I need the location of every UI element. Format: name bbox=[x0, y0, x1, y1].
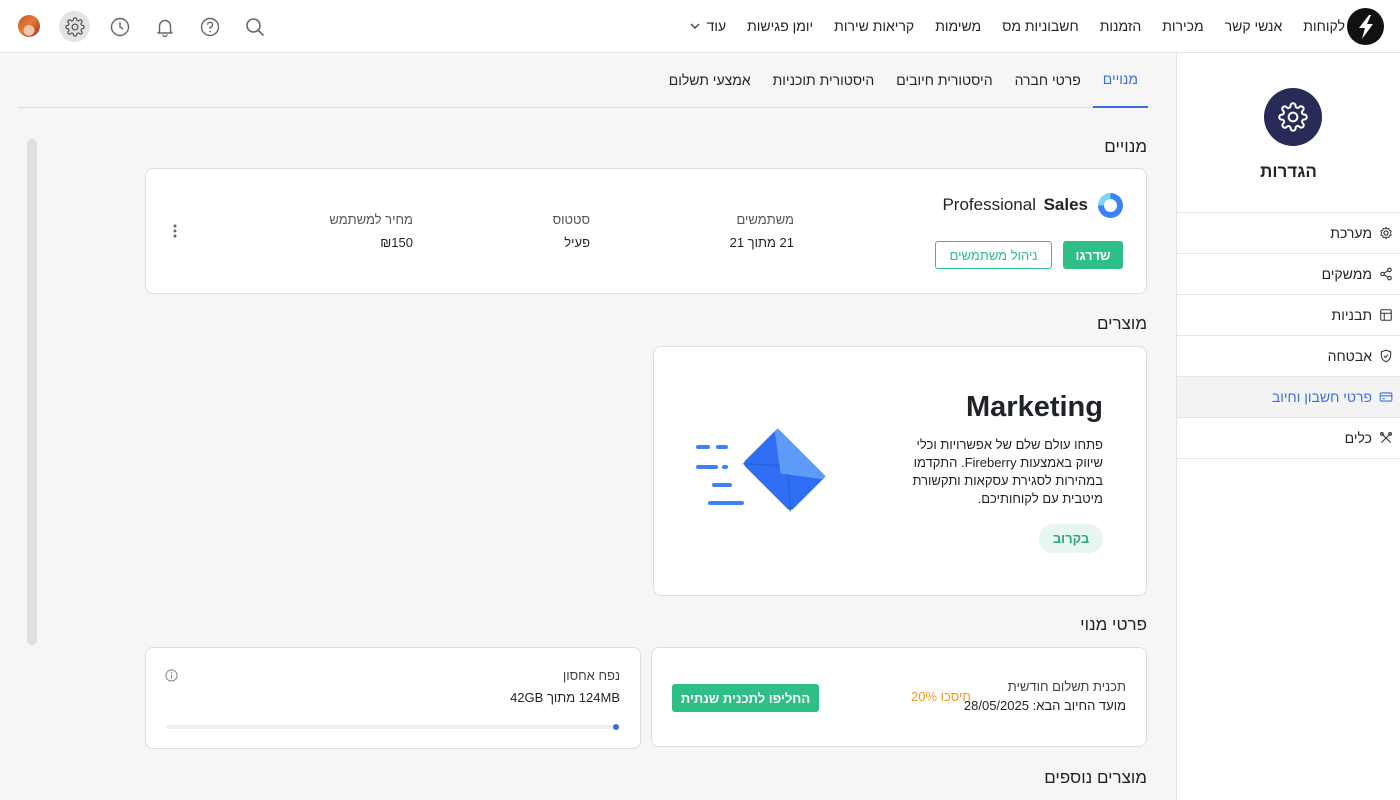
sales-product-icon bbox=[1098, 193, 1123, 218]
marketing-description: פתחו עולם שלם של אפשרויות וכלי שיווק באמ… bbox=[912, 437, 1103, 506]
settings-logo bbox=[1264, 88, 1322, 146]
section-title-subscriptions: מנויים bbox=[1104, 137, 1147, 156]
share-icon bbox=[1380, 267, 1392, 281]
marketing-title: Marketing bbox=[966, 391, 1103, 423]
sidebar-item-label: תבניות bbox=[1331, 307, 1372, 323]
gear-icon bbox=[64, 16, 85, 37]
storage-progress-bar bbox=[166, 724, 620, 730]
sidebar-item-billing[interactable]: פרטי חשבון וחיוב bbox=[1177, 377, 1400, 418]
coming-soon-badge: בקרוב bbox=[1039, 524, 1103, 553]
search-button[interactable] bbox=[239, 11, 270, 42]
tab-payment-methods[interactable]: אמצעי תשלום bbox=[659, 53, 761, 108]
storage-card: נפח אחסון 124MB מתוך 42GB bbox=[145, 647, 641, 749]
sidebar-item-label: אבטחה bbox=[1327, 348, 1372, 364]
nav-item-orders[interactable]: הזמנות bbox=[1100, 18, 1142, 34]
section-title-more-products: מוצרים נוספים bbox=[1044, 768, 1147, 787]
product-name: Sales bbox=[1043, 195, 1088, 214]
sidebar-header: הגדרות bbox=[1177, 53, 1400, 213]
history-button[interactable] bbox=[104, 11, 135, 42]
users-label: משתמשים bbox=[736, 212, 794, 227]
notifications-button[interactable] bbox=[149, 11, 180, 42]
status-label: סטטוס bbox=[552, 212, 590, 227]
app-logo[interactable] bbox=[1347, 8, 1384, 45]
sidebar-item-tools[interactable]: כלים bbox=[1177, 418, 1400, 459]
savings-label: חיסכו 20% bbox=[911, 689, 971, 704]
search-icon bbox=[245, 17, 264, 36]
plan-name: Professional bbox=[942, 195, 1036, 214]
info-icon[interactable] bbox=[165, 669, 178, 682]
tab-plan-history[interactable]: היסטורית תוכניות bbox=[763, 53, 885, 108]
tab-subscriptions[interactable]: מנויים bbox=[1092, 53, 1148, 108]
sidebar-item-label: כלים bbox=[1344, 430, 1372, 446]
nav-item-contacts[interactable]: אנשי קשר bbox=[1225, 18, 1283, 34]
user-avatar[interactable] bbox=[18, 15, 40, 37]
marketing-product-card: Marketing פתחו עולם שלם של אפשרויות וכלי… bbox=[653, 346, 1147, 596]
section-title-plan-details: פרטי מנוי bbox=[1080, 615, 1147, 634]
price-label: מחיר למשתמש bbox=[329, 212, 413, 227]
credit-card-icon bbox=[1379, 392, 1393, 402]
nav-item-sales[interactable]: מכירות bbox=[1162, 18, 1203, 34]
clock-icon bbox=[110, 17, 129, 36]
settings-sidebar: הגדרות מערכת ממשקים תבניות אבטחה פרטי חש… bbox=[1176, 53, 1400, 800]
nav-more-label: עוד bbox=[706, 18, 727, 34]
nav-item-customers[interactable]: לקוחות bbox=[1303, 18, 1345, 34]
sidebar-item-security[interactable]: אבטחה bbox=[1177, 336, 1400, 377]
nav-more-menu[interactable]: עוד bbox=[690, 18, 727, 34]
envelope-illustration bbox=[696, 428, 826, 512]
storage-value: 124MB מתוך 42GB bbox=[510, 690, 620, 705]
tab-company-details[interactable]: פרטי חברה bbox=[1005, 53, 1091, 108]
help-button[interactable] bbox=[194, 11, 225, 42]
gear-icon bbox=[1278, 102, 1308, 132]
switch-to-annual-button[interactable]: החליפו לתכנית שנתית bbox=[672, 684, 819, 712]
storage-label: נפח אחסון bbox=[562, 668, 620, 683]
nav-item-calendar[interactable]: יומן פגישות bbox=[747, 18, 813, 34]
tab-billing-history[interactable]: היסטורית חיובים bbox=[886, 53, 1002, 108]
users-value: 21 מתוך 21 bbox=[729, 235, 794, 250]
subscription-card: Sales Professional שדרגו ניהול משתמשים מ… bbox=[145, 168, 1147, 294]
upgrade-button[interactable]: שדרגו bbox=[1063, 241, 1123, 269]
gear-icon bbox=[1380, 226, 1392, 240]
price-value: ₪150 bbox=[380, 235, 413, 250]
nav-item-service-calls[interactable]: קריאות שירות bbox=[834, 18, 914, 34]
main-nav: לקוחות אנשי קשר מכירות הזמנות חשבוניות מ… bbox=[690, 0, 1345, 52]
sidebar-item-label: ממשקים bbox=[1321, 266, 1372, 282]
tools-icon bbox=[1379, 431, 1393, 444]
nav-item-tasks[interactable]: משימות bbox=[935, 18, 981, 34]
storage-progress-fill bbox=[612, 724, 619, 730]
scrollbar[interactable] bbox=[27, 139, 37, 645]
top-navigation-bar: לקוחות אנשי קשר מכירות הזמנות חשבוניות מ… bbox=[0, 0, 1400, 53]
nav-item-invoices[interactable]: חשבוניות מס bbox=[1002, 18, 1079, 34]
settings-button[interactable] bbox=[59, 11, 90, 42]
more-options-icon[interactable] bbox=[173, 224, 177, 238]
help-icon bbox=[200, 17, 219, 36]
sidebar-item-label: מערכת bbox=[1330, 225, 1372, 241]
sidebar-item-templates[interactable]: תבניות bbox=[1177, 295, 1400, 336]
sidebar-item-integrations[interactable]: ממשקים bbox=[1177, 254, 1400, 295]
lightning-icon bbox=[1359, 15, 1373, 39]
layout-icon bbox=[1380, 309, 1392, 321]
shield-icon bbox=[1380, 349, 1392, 363]
status-value: פעיל bbox=[564, 235, 590, 250]
next-billing-date: מועד החיוב הבא: 28/05/2025 bbox=[963, 698, 1126, 713]
sidebar-title: הגדרות bbox=[1260, 162, 1317, 181]
section-title-products: מוצרים bbox=[1096, 314, 1147, 333]
bell-icon bbox=[156, 19, 173, 37]
sidebar-item-system[interactable]: מערכת bbox=[1177, 213, 1400, 254]
billing-tabs: מנויים פרטי חברה היסטורית חיובים היסטורי… bbox=[18, 53, 1148, 108]
manage-users-button[interactable]: ניהול משתמשים bbox=[935, 241, 1052, 269]
chevron-down-icon bbox=[690, 23, 700, 29]
sidebar-item-label: פרטי חשבון וחיוב bbox=[1271, 389, 1372, 405]
payment-plan-type: תכנית תשלום חודשית bbox=[1007, 679, 1126, 694]
payment-plan-card: תכנית תשלום חודשית מועד החיוב הבא: 28/05… bbox=[651, 647, 1147, 747]
